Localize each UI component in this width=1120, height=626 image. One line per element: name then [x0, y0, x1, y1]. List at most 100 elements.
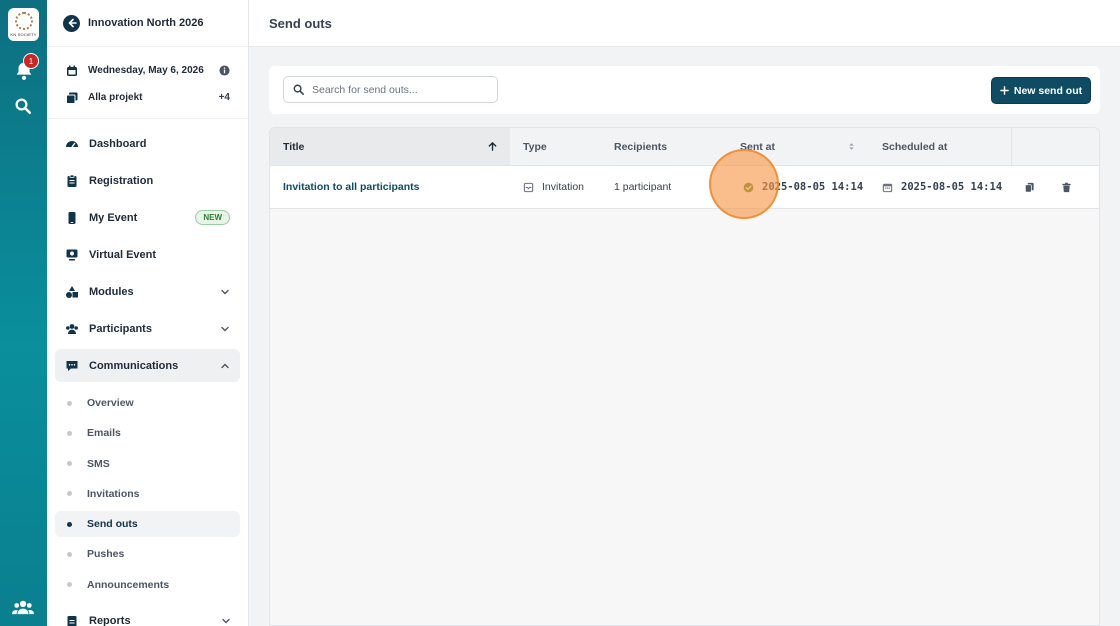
- subnav-label: Overview: [87, 397, 134, 409]
- event-name: Innovation North 2026: [88, 17, 204, 29]
- subnav-pushes[interactable]: Pushes: [55, 541, 240, 567]
- search-box[interactable]: [283, 76, 498, 103]
- send-outs-table: Title Type Recipients Sent at Scheduled …: [269, 127, 1100, 626]
- clipboard-icon: [67, 174, 77, 187]
- delete-button[interactable]: [1048, 166, 1085, 208]
- table-header: Title Type Recipients Sent at Scheduled …: [270, 128, 1099, 166]
- nav-label: Reports: [89, 614, 131, 626]
- sidebar: Innovation North 2026 Wednesday, May 6, …: [47, 0, 249, 626]
- subnav-announcements[interactable]: Announcements: [55, 572, 240, 598]
- new-send-out-button[interactable]: New send out: [991, 77, 1091, 104]
- column-type[interactable]: Type: [510, 128, 601, 165]
- projects-icon: [66, 92, 78, 104]
- sent-at-value: 2025-08-05 14:14: [762, 181, 864, 193]
- copy-button[interactable]: [1011, 166, 1048, 208]
- plus-icon: [1000, 86, 1009, 95]
- calendar-icon: [67, 65, 77, 76]
- projects-extra-count: +4: [218, 92, 230, 103]
- column-label: Title: [283, 140, 305, 153]
- event-date-row[interactable]: Wednesday, May 6, 2026: [47, 57, 248, 84]
- nav-label: Participants: [89, 322, 152, 335]
- check-circle-icon: [743, 182, 754, 192]
- chevron-down-icon: [221, 326, 229, 331]
- nav-virtual-event[interactable]: Virtual Event: [55, 238, 240, 271]
- chat-icon: [66, 360, 78, 371]
- subnav-overview[interactable]: Overview: [55, 390, 240, 416]
- column-actions: [1011, 128, 1090, 165]
- page-header: Send outs: [249, 0, 1120, 47]
- column-title[interactable]: Title: [270, 128, 510, 165]
- nav-registration[interactable]: Registration: [55, 164, 240, 197]
- bullet-dot: [67, 551, 72, 557]
- sort-ascending-icon[interactable]: [487, 141, 498, 152]
- chevron-down-icon: [221, 289, 229, 294]
- event-meta: Wednesday, May 6, 2026 Alla projekt +4: [47, 47, 248, 119]
- nav-participants[interactable]: Participants: [55, 312, 240, 345]
- envelope-icon: [523, 182, 534, 192]
- subnav-label: Send outs: [87, 518, 138, 531]
- subnav-invitations[interactable]: Invitations: [55, 481, 240, 507]
- org-logo[interactable]: KN SOCIETY: [8, 8, 39, 41]
- notification-badge: 1: [23, 53, 39, 69]
- subnav-label: Invitations: [87, 487, 140, 500]
- calendar-icon: [882, 183, 893, 192]
- event-date: Wednesday, May 6, 2026: [88, 65, 204, 76]
- projects-row[interactable]: Alla projekt +4: [47, 84, 248, 111]
- column-recipients[interactable]: Recipients: [601, 128, 727, 165]
- subnav-send-outs[interactable]: Send outs: [55, 511, 240, 538]
- subnav-label: SMS: [87, 457, 110, 470]
- trash-icon: [1062, 182, 1071, 192]
- subnav-emails[interactable]: Emails: [55, 420, 240, 446]
- search-icon[interactable]: [14, 97, 32, 115]
- row-sent-at: 2025-08-05 14:14: [727, 166, 869, 208]
- subnav-label: Announcements: [87, 578, 170, 591]
- back-button[interactable]: [63, 14, 80, 32]
- chevron-up-icon: [221, 363, 229, 368]
- column-scheduled-at[interactable]: Scheduled at: [869, 128, 1011, 165]
- app-rail: KN SOCIETY 1: [0, 0, 47, 626]
- bullet-dot: [67, 582, 72, 588]
- row-type: Invitation: [510, 166, 601, 208]
- nav-my-event[interactable]: My Event NEW: [55, 201, 240, 234]
- nav-label: Virtual Event: [89, 248, 157, 261]
- info-icon[interactable]: [219, 65, 230, 76]
- toolbar: New send out: [269, 66, 1100, 114]
- column-label: Scheduled at: [882, 140, 948, 153]
- nav-reports[interactable]: Reports: [55, 604, 241, 626]
- arrow-left-icon: [68, 18, 77, 28]
- people-icon[interactable]: [12, 598, 34, 616]
- subnav-label: Pushes: [87, 548, 125, 561]
- subnav-sms[interactable]: SMS: [55, 451, 240, 477]
- nav-label: Communications: [89, 359, 179, 372]
- projects-label: Alla projekt: [88, 92, 143, 103]
- row-recipients: 1 participant: [614, 181, 672, 193]
- sort-toggle-icon[interactable]: [846, 141, 857, 152]
- nav-modules[interactable]: Modules: [55, 275, 240, 308]
- bullet-dot: [67, 430, 72, 436]
- main-nav: Dashboard Registration My Event NEW Virt…: [47, 119, 248, 394]
- copy-icon: [1025, 182, 1034, 192]
- phone-icon: [68, 211, 76, 224]
- search-input[interactable]: [312, 83, 482, 96]
- column-label: Recipients: [614, 140, 668, 153]
- monitor-icon: [66, 249, 78, 260]
- search-icon: [293, 84, 304, 95]
- event-header: Innovation North 2026: [47, 0, 248, 47]
- column-sent-at[interactable]: Sent at: [727, 128, 869, 165]
- new-button-label: New send out: [1013, 84, 1083, 97]
- new-badge: NEW: [195, 210, 230, 225]
- row-title-link[interactable]: Invitation to all participants: [270, 166, 510, 208]
- nav-communications[interactable]: Communications: [55, 349, 240, 382]
- nav-dashboard[interactable]: Dashboard: [55, 127, 240, 160]
- gauge-icon: [66, 140, 78, 147]
- report-icon: [67, 615, 77, 626]
- nav-label: Modules: [89, 285, 134, 298]
- logo-text: KN SOCIETY: [10, 32, 37, 37]
- table-row[interactable]: Invitation to all participants Invitatio…: [270, 166, 1099, 209]
- bullet-dot: [67, 400, 72, 406]
- nav-label: Registration: [89, 174, 154, 187]
- scheduled-at-value: 2025-08-05 14:14: [901, 181, 1003, 193]
- column-label: Type: [523, 140, 547, 153]
- communications-subnav: Overview Emails SMS Invitations Send out…: [47, 390, 248, 598]
- row-scheduled-at: 2025-08-05 14:14: [869, 166, 1011, 208]
